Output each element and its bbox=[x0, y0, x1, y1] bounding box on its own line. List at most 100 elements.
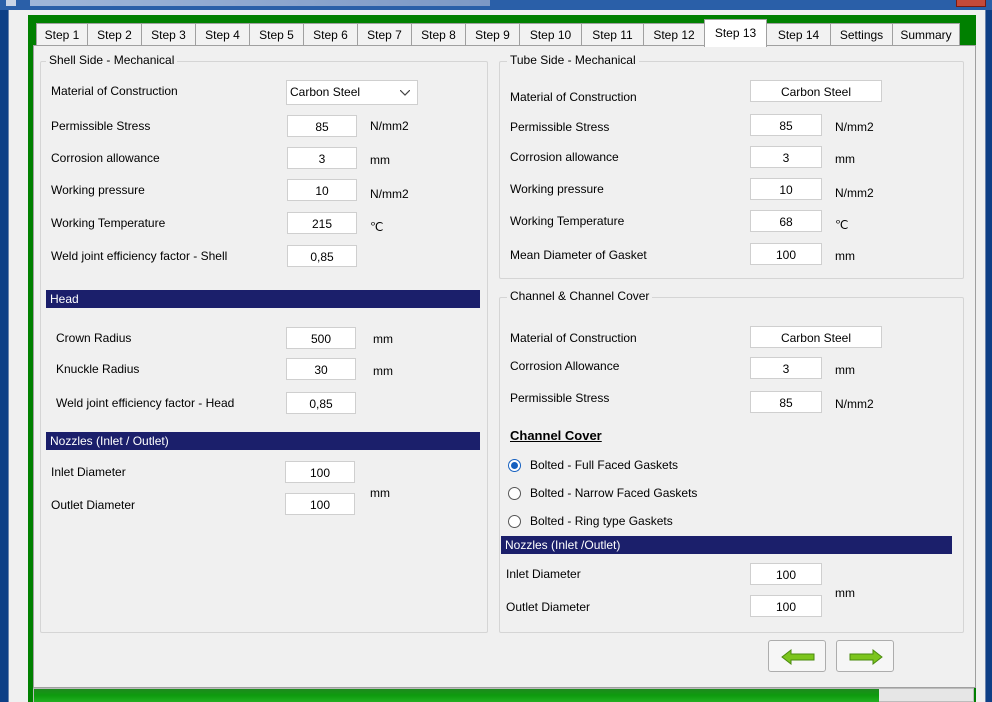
radio-full-faced[interactable] bbox=[508, 459, 521, 472]
gasket-diameter-input[interactable]: 100 bbox=[750, 243, 822, 265]
back-button[interactable] bbox=[768, 640, 826, 672]
tube-material-label: Material of Construction bbox=[510, 90, 637, 104]
shell-material-value: Carbon Steel bbox=[290, 85, 361, 99]
shell-material-label: Material of Construction bbox=[51, 84, 178, 98]
tab-step-14[interactable]: Step 14 bbox=[766, 23, 831, 46]
window-title-bar bbox=[0, 0, 992, 10]
tube-corrosion-unit: mm bbox=[835, 152, 855, 166]
left-arrow-icon bbox=[781, 649, 815, 665]
crown-radius-unit: mm bbox=[373, 332, 393, 346]
outlet-diameter-input[interactable]: 100 bbox=[285, 493, 355, 515]
channel-corrosion-label: Corrosion Allowance bbox=[510, 359, 620, 373]
tab-step-5[interactable]: Step 5 bbox=[249, 23, 304, 46]
inlet-diameter-input[interactable]: 100 bbox=[285, 461, 355, 483]
tab-step-13[interactable]: Step 13 bbox=[704, 19, 767, 47]
tab-step-8[interactable]: Step 8 bbox=[411, 23, 466, 46]
shell-temp-input[interactable]: 215 bbox=[287, 212, 357, 234]
channel-material-label: Material of Construction bbox=[510, 331, 637, 345]
outlet-diameter-label: Outlet Diameter bbox=[51, 498, 136, 512]
head-weld-input[interactable]: 0,85 bbox=[286, 392, 356, 414]
tab-step-4[interactable]: Step 4 bbox=[195, 23, 250, 46]
gasket-diameter-unit: mm bbox=[835, 249, 855, 263]
tab-step-12[interactable]: Step 12 bbox=[643, 23, 705, 46]
shell-material-select[interactable]: Carbon Steel bbox=[286, 80, 418, 105]
tube-stress-unit: N/mm2 bbox=[835, 120, 874, 134]
tab-step-2[interactable]: Step 2 bbox=[87, 23, 142, 46]
shell-pressure-label: Working pressure bbox=[51, 183, 145, 197]
inlet-diameter-label: Inlet Diameter bbox=[51, 465, 126, 479]
knuckle-radius-label: Knuckle Radius bbox=[56, 362, 140, 376]
radio-ring-type-label[interactable]: Bolted - Ring type Gaskets bbox=[530, 514, 673, 528]
tab-step-3[interactable]: Step 3 bbox=[141, 23, 196, 46]
shell-weld-input[interactable]: 0,85 bbox=[287, 245, 357, 267]
head-section-bar: Head bbox=[46, 290, 480, 308]
radio-ring-type[interactable] bbox=[508, 515, 521, 528]
next-button[interactable] bbox=[836, 640, 894, 672]
shell-stress-input[interactable]: 85 bbox=[287, 115, 357, 137]
knuckle-radius-input[interactable]: 30 bbox=[286, 358, 356, 380]
right-outlet-diameter-label: Outlet Diameter bbox=[506, 600, 591, 614]
tab-step-11[interactable]: Step 11 bbox=[581, 23, 644, 46]
radio-narrow-faced[interactable] bbox=[508, 487, 521, 500]
shell-stress-unit: N/mm2 bbox=[370, 119, 409, 133]
channel-corrosion-input[interactable]: 3 bbox=[750, 357, 822, 379]
nozzles-right-section-bar: Nozzles (Inlet /Outlet) bbox=[501, 536, 952, 554]
shell-pressure-unit: N/mm2 bbox=[370, 187, 409, 201]
tube-pressure-input[interactable]: 10 bbox=[750, 178, 822, 200]
tube-material-input[interactable]: Carbon Steel bbox=[750, 80, 882, 102]
shell-side-group bbox=[40, 61, 488, 633]
tab-step-10[interactable]: Step 10 bbox=[519, 23, 582, 46]
gasket-diameter-label: Mean Diameter of Gasket bbox=[510, 248, 647, 262]
channel-stress-input[interactable]: 85 bbox=[750, 391, 822, 413]
tab-step-1[interactable]: Step 1 bbox=[36, 23, 88, 46]
tab-step-7[interactable]: Step 7 bbox=[357, 23, 412, 46]
tab-summary[interactable]: Summary bbox=[892, 23, 960, 46]
tube-temp-label: Working Temperature bbox=[510, 214, 625, 228]
tube-corrosion-label: Corrosion allowance bbox=[510, 150, 619, 164]
nozzles-left-section-bar: Nozzles (Inlet / Outlet) bbox=[46, 432, 480, 450]
tube-side-title: Tube Side - Mechanical bbox=[507, 53, 639, 67]
close-button[interactable] bbox=[956, 0, 986, 7]
shell-temp-unit: ℃ bbox=[370, 220, 384, 234]
tube-stress-label: Permissible Stress bbox=[510, 120, 610, 134]
right-inlet-diameter-label: Inlet Diameter bbox=[506, 567, 581, 581]
tube-pressure-unit: N/mm2 bbox=[835, 186, 874, 200]
crown-radius-label: Crown Radius bbox=[56, 331, 132, 345]
shell-corrosion-input[interactable]: 3 bbox=[287, 147, 357, 169]
right-arrow-icon bbox=[849, 649, 883, 665]
right-outlet-diameter-input[interactable]: 100 bbox=[750, 595, 822, 617]
tube-pressure-label: Working pressure bbox=[510, 182, 604, 196]
crown-radius-input[interactable]: 500 bbox=[286, 327, 356, 349]
shell-temp-label: Working Temperature bbox=[51, 216, 166, 230]
radio-full-faced-label[interactable]: Bolted - Full Faced Gaskets bbox=[530, 458, 678, 472]
shell-stress-label: Permissible Stress bbox=[51, 119, 151, 133]
right-inlet-diameter-input[interactable]: 100 bbox=[750, 563, 822, 585]
channel-cover-heading: Channel Cover bbox=[510, 428, 602, 443]
tab-settings[interactable]: Settings bbox=[830, 23, 893, 46]
tube-temp-unit: ℃ bbox=[835, 218, 849, 232]
tube-corrosion-input[interactable]: 3 bbox=[750, 146, 822, 168]
window-title bbox=[30, 0, 490, 6]
channel-stress-unit: N/mm2 bbox=[835, 397, 874, 411]
channel-corrosion-unit: mm bbox=[835, 363, 855, 377]
tube-stress-input[interactable]: 85 bbox=[750, 114, 822, 136]
progress-bar bbox=[34, 689, 879, 702]
channel-stress-label: Permissible Stress bbox=[510, 391, 610, 405]
tube-temp-input[interactable]: 68 bbox=[750, 210, 822, 232]
tab-step-9[interactable]: Step 9 bbox=[465, 23, 520, 46]
nozzles-left-unit: mm bbox=[370, 486, 390, 500]
channel-material-input[interactable]: Carbon Steel bbox=[750, 326, 882, 348]
shell-pressure-input[interactable]: 10 bbox=[287, 179, 357, 201]
shell-corrosion-label: Corrosion allowance bbox=[51, 151, 160, 165]
tab-step-6[interactable]: Step 6 bbox=[303, 23, 358, 46]
tab-content: Shell Side - Mechanical Material of Cons… bbox=[33, 45, 976, 688]
app-icon bbox=[6, 0, 16, 6]
radio-narrow-faced-label[interactable]: Bolted - Narrow Faced Gaskets bbox=[530, 486, 697, 500]
knuckle-radius-unit: mm bbox=[373, 364, 393, 378]
nozzles-right-unit: mm bbox=[835, 586, 855, 600]
shell-weld-label: Weld joint efficiency factor - Shell bbox=[51, 249, 228, 263]
chevron-down-icon bbox=[400, 90, 410, 96]
shell-side-title: Shell Side - Mechanical bbox=[46, 53, 178, 67]
head-weld-label: Weld joint efficiency factor - Head bbox=[56, 396, 235, 410]
channel-title: Channel & Channel Cover bbox=[507, 289, 653, 303]
